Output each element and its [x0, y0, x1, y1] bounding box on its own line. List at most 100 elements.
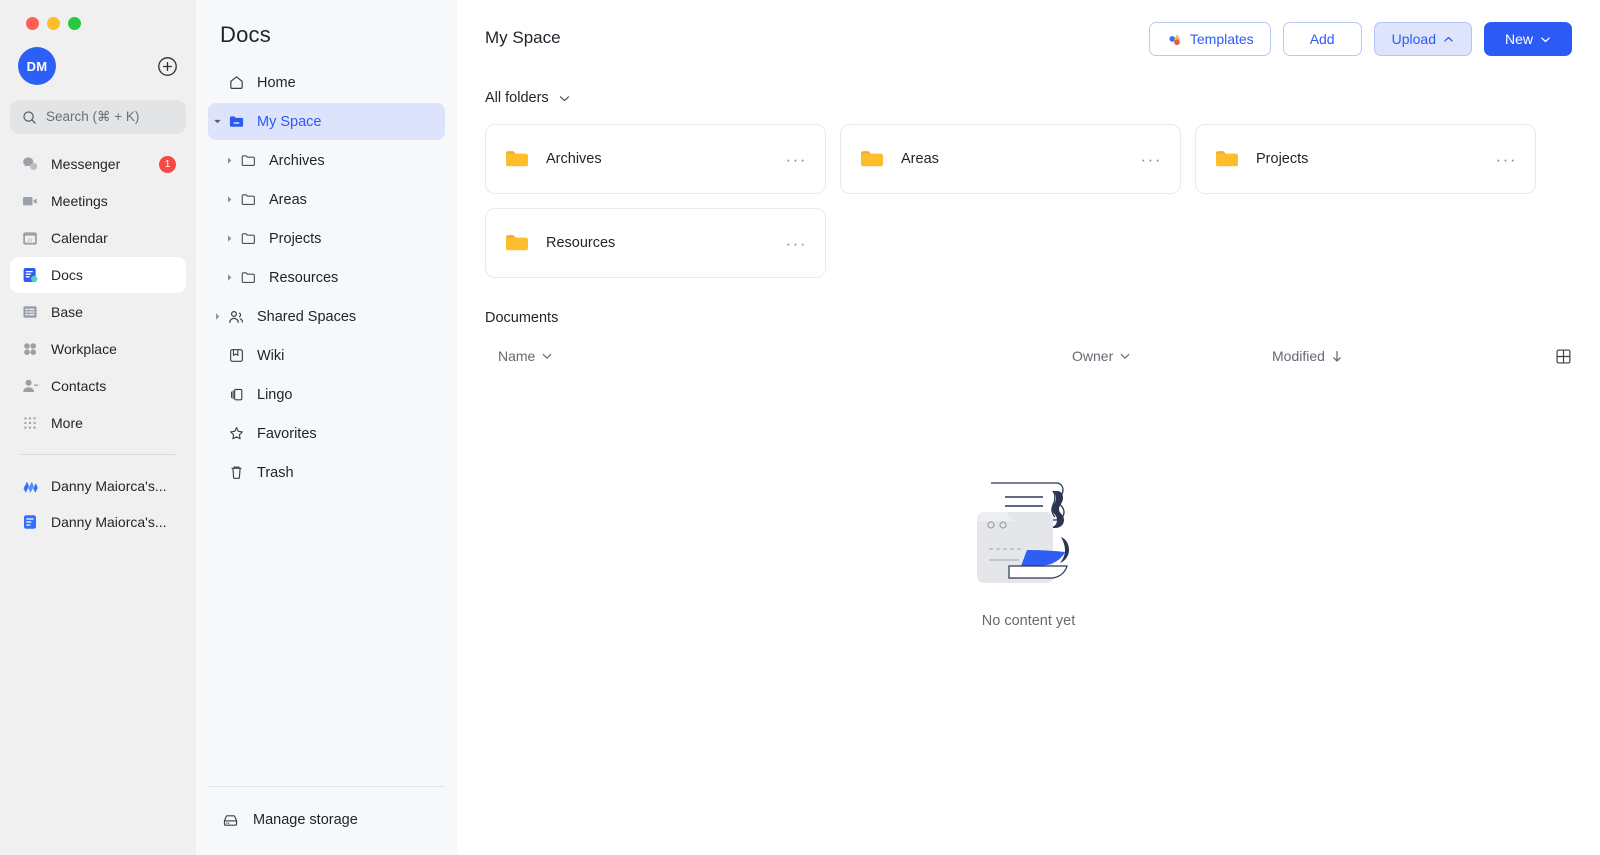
tree-item-resources[interactable]: Resources: [208, 259, 445, 296]
chevron-down-icon: [541, 350, 553, 362]
folder-menu-button[interactable]: ···: [1141, 151, 1162, 168]
sidebar-item-label: Base: [51, 304, 83, 320]
tree-item-label: Home: [257, 74, 296, 91]
trash-icon: [226, 464, 246, 481]
folder-yellow-icon: [504, 146, 530, 172]
empty-state: No content yet: [457, 378, 1600, 629]
folder-card[interactable]: Archives ···: [485, 124, 826, 194]
tree-item-label: Areas: [269, 191, 307, 208]
folder-name: Projects: [1256, 151, 1309, 167]
tree-item-trash[interactable]: Trash: [208, 454, 445, 491]
empty-state-text: No content yet: [981, 613, 1076, 629]
new-button[interactable]: New: [1483, 22, 1572, 56]
add-button[interactable]: Add: [1282, 22, 1362, 56]
chevron-right-icon[interactable]: [220, 234, 238, 243]
tree-item-my-space[interactable]: My Space: [208, 103, 445, 140]
tree-item-lingo[interactable]: Lingo: [208, 376, 445, 413]
all-folders-filter[interactable]: All folders: [457, 56, 1600, 106]
maximize-window-button[interactable]: [68, 16, 81, 30]
tree-item-wiki[interactable]: Wiki: [208, 337, 445, 374]
column-header-owner[interactable]: Owner: [1072, 348, 1272, 364]
sidebar-item-messenger[interactable]: Messenger 1: [10, 146, 186, 182]
chevron-down-icon[interactable]: [208, 117, 226, 126]
sidebar-item-calendar[interactable]: 22 Calendar: [10, 220, 186, 256]
lingo-icon: [226, 386, 246, 403]
workspace-item-label: Danny Maiorca's...: [51, 478, 167, 494]
docs-panel-title: Docs: [220, 22, 271, 47]
documents-table-header: Name Owner Modified: [498, 334, 1572, 378]
rail-divider: [21, 454, 175, 455]
messenger-icon: [21, 155, 39, 173]
column-name-label: Name: [498, 348, 536, 364]
tree-item-favorites[interactable]: Favorites: [208, 415, 445, 452]
avatar[interactable]: DM: [18, 47, 56, 85]
shared-spaces-icon: [226, 308, 246, 326]
sidebar-item-base[interactable]: Base: [10, 294, 186, 330]
tree-item-home[interactable]: Home: [208, 64, 445, 101]
sidebar-item-label: Messenger: [51, 156, 121, 172]
tree-item-label: Archives: [269, 152, 325, 169]
header-actions: Templates Add Upload New: [1148, 22, 1572, 56]
templates-button[interactable]: Templates: [1148, 22, 1271, 56]
sidebar-item-more[interactable]: More: [10, 405, 186, 441]
tree-item-projects[interactable]: Projects: [208, 220, 445, 257]
tree-item-archives[interactable]: Archives: [208, 142, 445, 179]
column-header-modified[interactable]: Modified: [1272, 348, 1555, 364]
status-badge: 1: [159, 155, 176, 173]
documents-section-title: Documents: [485, 310, 559, 326]
upload-button[interactable]: Upload: [1373, 22, 1472, 56]
sidebar-item-meetings[interactable]: Meetings: [10, 183, 186, 219]
docs-tree: Home My Space Archives Areas Projects Re…: [196, 64, 457, 491]
chevron-right-icon[interactable]: [220, 273, 238, 282]
chevron-down-icon: [558, 92, 571, 105]
sidebar-item-docs[interactable]: Docs: [10, 257, 186, 293]
main-header: My Space Templates Add Upload New: [457, 0, 1600, 56]
manage-storage-button[interactable]: Manage storage: [208, 801, 445, 839]
calendar-icon: 22: [21, 229, 39, 247]
contacts-icon: [21, 377, 39, 395]
workspace-item-base[interactable]: Danny Maiorca's...: [10, 468, 186, 504]
my-space-folder-icon: [226, 113, 246, 130]
minimize-window-button[interactable]: [47, 16, 60, 30]
folder-menu-button[interactable]: ···: [786, 235, 807, 252]
folder-menu-button[interactable]: ···: [1496, 151, 1517, 168]
folder-yellow-icon: [1214, 146, 1240, 172]
column-header-name[interactable]: Name: [498, 348, 1072, 364]
wiki-icon: [226, 347, 246, 364]
tree-item-label: Wiki: [257, 347, 285, 364]
close-window-button[interactable]: [26, 16, 39, 30]
tree-item-areas[interactable]: Areas: [208, 181, 445, 218]
folder-yellow-icon: [859, 146, 885, 172]
sidebar-item-label: Calendar: [51, 230, 108, 246]
tree-item-shared-spaces[interactable]: Shared Spaces: [208, 298, 445, 335]
chevron-right-icon[interactable]: [220, 195, 238, 204]
folder-name: Resources: [546, 235, 616, 251]
folder-card[interactable]: Resources ···: [485, 208, 826, 278]
rail-nav: Messenger 1 Meetings 22 Calendar Docs Ba…: [10, 146, 186, 441]
arrow-down-icon: [1331, 350, 1343, 363]
sidebar-item-contacts[interactable]: Contacts: [10, 368, 186, 404]
chevron-right-icon[interactable]: [208, 312, 226, 321]
base-app-icon: [21, 477, 39, 495]
column-owner-label: Owner: [1072, 348, 1114, 364]
folder-yellow-icon: [504, 230, 530, 256]
column-modified-label: Modified: [1272, 348, 1325, 364]
docs-navigation-panel: Docs Home My Space Archives Areas Projec…: [196, 0, 457, 855]
sidebar-item-workplace[interactable]: Workplace: [10, 331, 186, 367]
folder-outline-icon: [238, 152, 258, 169]
sidebar-item-label: More: [51, 415, 83, 431]
plus-circle-icon[interactable]: [156, 55, 178, 77]
folder-name: Areas: [901, 151, 939, 167]
window-traffic-lights: [10, 0, 186, 34]
workspace-item-docs[interactable]: Danny Maiorca's...: [10, 504, 186, 540]
folder-card[interactable]: Areas ···: [840, 124, 1181, 194]
view-toggle-button[interactable]: [1555, 348, 1572, 365]
chevron-right-icon[interactable]: [220, 156, 238, 165]
tree-item-label: My Space: [257, 113, 322, 130]
chevron-down-icon: [1540, 34, 1551, 45]
folder-menu-button[interactable]: ···: [786, 151, 807, 168]
search-input[interactable]: Search (⌘ + K): [10, 100, 186, 134]
sidebar-item-label: Contacts: [51, 378, 107, 394]
main-content: My Space Templates Add Upload New All fo…: [457, 0, 1600, 855]
folder-card[interactable]: Projects ···: [1195, 124, 1536, 194]
